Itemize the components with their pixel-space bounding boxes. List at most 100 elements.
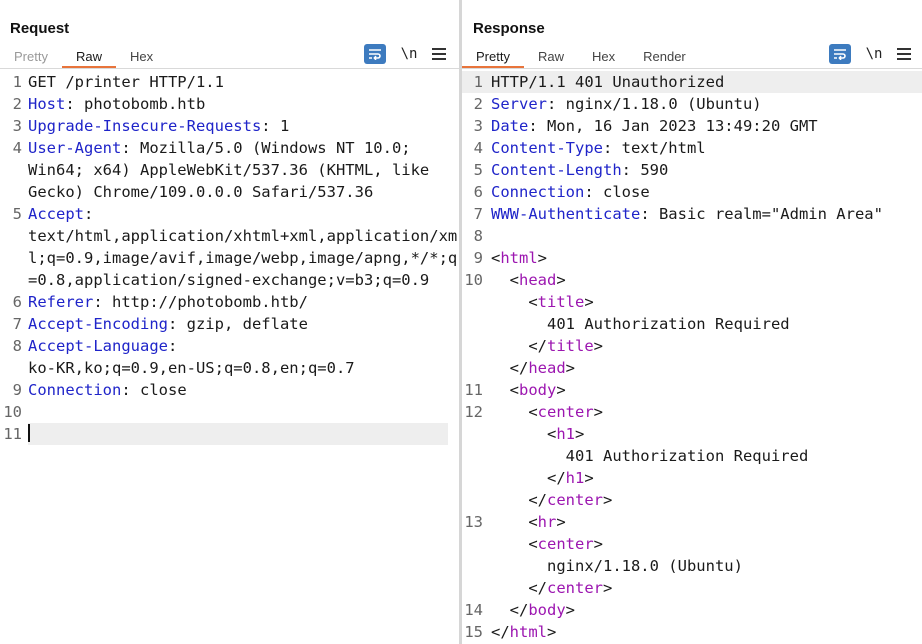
- code-line[interactable]: 2 Server: nginx/1.18.0 (Ubuntu): [462, 93, 922, 115]
- header-name: Referer: [28, 293, 94, 311]
- code-line[interactable]: <center>: [462, 533, 922, 555]
- code-line[interactable]: nginx/1.18.0 (Ubuntu): [462, 555, 922, 577]
- request-tab-hex[interactable]: Hex: [116, 46, 167, 68]
- code-text: : text/html: [602, 139, 706, 157]
- code-line[interactable]: l;q=0.9,image/avif,image/webp,image/apng…: [0, 247, 459, 269]
- line-number: 4: [12, 139, 22, 157]
- code-line[interactable]: 13 <hr>: [462, 511, 922, 533]
- line-number: 6: [12, 293, 22, 311]
- code-line[interactable]: 6 Referer: http://photobomb.htb/: [0, 291, 459, 313]
- code-line[interactable]: 11 <body>: [462, 379, 922, 401]
- line-content: Accept-Language:: [28, 335, 177, 357]
- menu-icon[interactable]: [897, 48, 911, 60]
- line-content: Connection: close: [28, 379, 187, 401]
- code-line[interactable]: </h1>: [462, 467, 922, 489]
- request-tab-pretty[interactable]: Pretty: [0, 46, 62, 68]
- code-line[interactable]: 8: [462, 225, 922, 247]
- show-newlines-button[interactable]: \n: [400, 46, 418, 62]
- line-number: 9: [473, 249, 483, 267]
- word-wrap-icon[interactable]: [364, 44, 386, 64]
- code-text: HTTP/1.1 401 Unauthorized: [491, 73, 725, 91]
- code-line[interactable]: 14 </body>: [462, 599, 922, 621]
- code-line[interactable]: =0.8,application/signed-exchange;v=b3;q=…: [0, 269, 459, 291]
- line-content: User-Agent: Mozilla/5.0 (Windows NT 10.0…: [28, 137, 411, 159]
- request-pane: Request Pretty Raw Hex \n 1 GET /printer …: [0, 0, 459, 644]
- response-title: Response: [473, 20, 545, 37]
- code-text: : close: [584, 183, 650, 201]
- code-line[interactable]: 401 Authorization Required: [462, 313, 922, 335]
- code-line[interactable]: Gecko) Chrome/109.0.0.0 Safari/537.36: [0, 181, 459, 203]
- response-tab-hex[interactable]: Hex: [578, 46, 629, 68]
- code-line[interactable]: </center>: [462, 577, 922, 599]
- code-line[interactable]: 12 <center>: [462, 401, 922, 423]
- code-line[interactable]: 2 Host: photobomb.htb: [0, 93, 459, 115]
- response-tab-render[interactable]: Render: [629, 46, 700, 68]
- request-tab-raw[interactable]: Raw: [61, 46, 116, 68]
- code-line[interactable]: text/html,application/xhtml+xml,applicat…: [0, 225, 459, 247]
- code-line[interactable]: Win64; x64) AppleWebKit/537.36 (KHTML, l…: [0, 159, 459, 181]
- code-text: >: [584, 293, 594, 311]
- line-number: 1: [12, 73, 22, 91]
- code-line[interactable]: 11: [0, 423, 459, 445]
- line-number: 11: [464, 381, 483, 399]
- code-line[interactable]: 10: [0, 401, 459, 423]
- html-tag-name: center: [547, 579, 603, 597]
- code-text: 401 Authorization Required: [491, 447, 809, 465]
- code-text: : close: [121, 381, 187, 399]
- response-tab-raw[interactable]: Raw: [524, 46, 578, 68]
- code-text: : Mozilla/5.0 (Windows NT 10.0;: [121, 139, 411, 157]
- code-line[interactable]: 4 Content-Type: text/html: [462, 137, 922, 159]
- response-tab-pretty[interactable]: Pretty: [462, 46, 524, 68]
- code-text: >: [556, 381, 566, 399]
- code-line[interactable]: ko-KR,ko;q=0.9,en-US;q=0.8,en;q=0.7: [0, 357, 459, 379]
- code-text: 401 Authorization Required: [491, 315, 790, 333]
- code-line[interactable]: 3 Date: Mon, 16 Jan 2023 13:49:20 GMT: [462, 115, 922, 137]
- code-text: : nginx/1.18.0 (Ubuntu): [547, 95, 762, 113]
- code-line[interactable]: 8 Accept-Language:: [0, 335, 459, 357]
- code-line[interactable]: </center>: [462, 489, 922, 511]
- line-content: Server: nginx/1.18.0 (Ubuntu): [491, 93, 762, 115]
- line-content: Gecko) Chrome/109.0.0.0 Safari/537.36: [28, 181, 373, 203]
- code-line[interactable]: 3 Upgrade-Insecure-Requests: 1: [0, 115, 459, 137]
- code-line[interactable]: </head>: [462, 357, 922, 379]
- request-editor[interactable]: 1 GET /printer HTTP/1.1 2 Host: photobomb.h…: [0, 71, 459, 644]
- code-line[interactable]: </title>: [462, 335, 922, 357]
- line-content: </html>: [491, 621, 556, 643]
- code-line[interactable]: 9 <html>: [462, 247, 922, 269]
- code-line[interactable]: 1 HTTP/1.1 401 Unauthorized: [462, 71, 922, 93]
- line-number: 4: [473, 139, 483, 157]
- code-line[interactable]: 9 Connection: close: [0, 379, 459, 401]
- code-line[interactable]: 4 User-Agent: Mozilla/5.0 (Windows NT 10.…: [0, 137, 459, 159]
- code-text: <: [491, 535, 538, 553]
- code-text: <: [491, 271, 519, 289]
- code-line[interactable]: 6 Connection: close: [462, 181, 922, 203]
- response-editor[interactable]: 1 HTTP/1.1 401 Unauthorized 2 Server: nginx…: [462, 71, 922, 644]
- line-number: 9: [12, 381, 22, 399]
- line-content: ko-KR,ko;q=0.9,en-US;q=0.8,en;q=0.7: [28, 357, 355, 379]
- show-newlines-button[interactable]: \n: [865, 46, 883, 62]
- line-content: nginx/1.18.0 (Ubuntu): [491, 555, 743, 577]
- code-line[interactable]: 15 </html>: [462, 621, 922, 643]
- menu-icon[interactable]: [432, 48, 446, 60]
- line-content: text/html,application/xhtml+xml,applicat…: [28, 225, 457, 247]
- response-tab-divider: [462, 68, 922, 69]
- code-line[interactable]: 5 Accept:: [0, 203, 459, 225]
- line-content: l;q=0.9,image/avif,image/webp,image/apng…: [28, 247, 457, 269]
- word-wrap-icon[interactable]: [829, 44, 851, 64]
- code-line[interactable]: <h1>: [462, 423, 922, 445]
- code-text: </: [491, 469, 566, 487]
- html-tag-name: html: [500, 249, 538, 267]
- code-line[interactable]: <title>: [462, 291, 922, 313]
- code-line[interactable]: 5 Content-Length: 590: [462, 159, 922, 181]
- code-line[interactable]: 7 Accept-Encoding: gzip, deflate: [0, 313, 459, 335]
- html-tag-name: head: [528, 359, 566, 377]
- line-content: HTTP/1.1 401 Unauthorized: [491, 71, 724, 93]
- code-line[interactable]: 401 Authorization Required: [462, 445, 922, 467]
- code-line[interactable]: 10 <head>: [462, 269, 922, 291]
- code-line[interactable]: 7 WWW-Authenticate: Basic realm="Admin Ar…: [462, 203, 922, 225]
- line-content: </center>: [491, 577, 612, 599]
- code-text: >: [537, 249, 548, 267]
- code-text: : 590: [621, 161, 669, 179]
- line-content: 401 Authorization Required: [491, 313, 790, 335]
- code-line[interactable]: 1 GET /printer HTTP/1.1: [0, 71, 459, 93]
